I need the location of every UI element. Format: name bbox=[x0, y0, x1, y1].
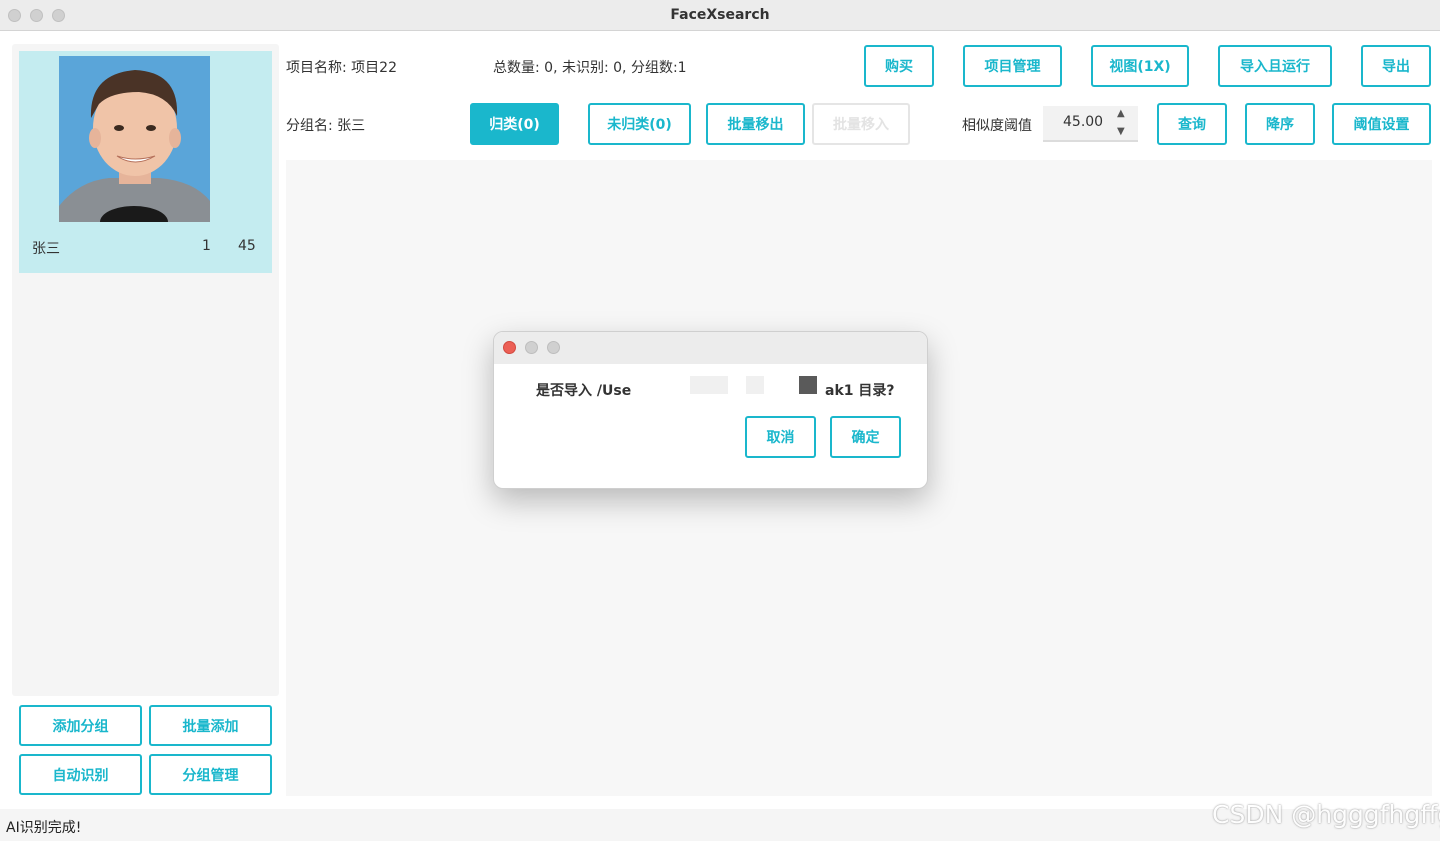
batch-move-out-button[interactable]: 批量移出 bbox=[706, 103, 805, 145]
export-button[interactable]: 导出 bbox=[1361, 45, 1431, 87]
group-card-count: 1 bbox=[202, 238, 211, 254]
dialog-confirm-button[interactable]: 确定 bbox=[830, 416, 901, 458]
dialog-message-tail: ak1 目录? bbox=[825, 383, 895, 399]
project-stats-label: 总数量: 0, 未识别: 0, 分组数:1 bbox=[493, 60, 687, 76]
spin-up-icon[interactable]: ▲ bbox=[1117, 108, 1125, 119]
tab-unclassified[interactable]: 未归类(0) bbox=[588, 103, 691, 145]
child-portrait-image bbox=[59, 56, 210, 222]
import-and-run-button[interactable]: 导入且运行 bbox=[1218, 45, 1332, 87]
similarity-threshold-value[interactable]: 45.00 bbox=[1063, 114, 1103, 130]
redacted-path-block bbox=[799, 376, 817, 394]
app-window: FaceXsearch 张三 1 45 添加分组 批量添加 自动识别 分组管理 … bbox=[0, 0, 1440, 841]
auto-recognize-button[interactable]: 自动识别 bbox=[19, 754, 142, 795]
dialog-zoom-icon bbox=[547, 341, 560, 354]
redacted-path-block bbox=[690, 376, 728, 394]
spin-down-icon[interactable]: ▼ bbox=[1117, 126, 1125, 137]
tab-classified[interactable]: 归类(0) bbox=[470, 103, 559, 145]
dialog-minimize-icon bbox=[525, 341, 538, 354]
project-manage-button[interactable]: 项目管理 bbox=[963, 45, 1062, 87]
group-name-label: 分组名: 张三 bbox=[286, 118, 366, 134]
sort-desc-button[interactable]: 降序 bbox=[1245, 103, 1315, 145]
window-title: FaceXsearch bbox=[670, 7, 770, 23]
dialog-message-prefix: 是否导入 /Use bbox=[536, 383, 632, 399]
similarity-threshold-label: 相似度阈值 bbox=[962, 118, 1032, 134]
project-name-label: 项目名称: 项目22 bbox=[286, 60, 397, 76]
group-card-score: 45 bbox=[238, 238, 256, 254]
dialog-cancel-button[interactable]: 取消 bbox=[745, 416, 816, 458]
redacted-path-block bbox=[746, 376, 764, 394]
similarity-threshold-spinner[interactable]: 45.00 ▲ ▼ bbox=[1043, 106, 1138, 142]
batch-add-button[interactable]: 批量添加 bbox=[149, 705, 272, 746]
dialog-title-bar bbox=[494, 332, 927, 364]
status-text: AI识别完成! bbox=[6, 820, 82, 836]
query-button[interactable]: 查询 bbox=[1157, 103, 1227, 145]
watermark: CSDN @hgggfhgffg bbox=[1212, 800, 1440, 829]
group-manage-button[interactable]: 分组管理 bbox=[149, 754, 272, 795]
view-zoom-button[interactable]: 视图(1X) bbox=[1091, 45, 1189, 87]
buy-button[interactable]: 购买 bbox=[864, 45, 934, 87]
group-avatar-photo bbox=[59, 56, 210, 222]
threshold-settings-button[interactable]: 阈值设置 bbox=[1332, 103, 1431, 145]
batch-move-in-button[interactable]: 批量移入 bbox=[812, 103, 910, 145]
dialog-close-icon[interactable] bbox=[503, 341, 516, 354]
import-confirm-dialog: 是否导入 /Use ak1 目录? 取消 确定 bbox=[493, 331, 928, 489]
group-card-name: 张三 bbox=[32, 241, 60, 257]
title-bar: FaceXsearch bbox=[0, 0, 1440, 31]
add-group-button[interactable]: 添加分组 bbox=[19, 705, 142, 746]
